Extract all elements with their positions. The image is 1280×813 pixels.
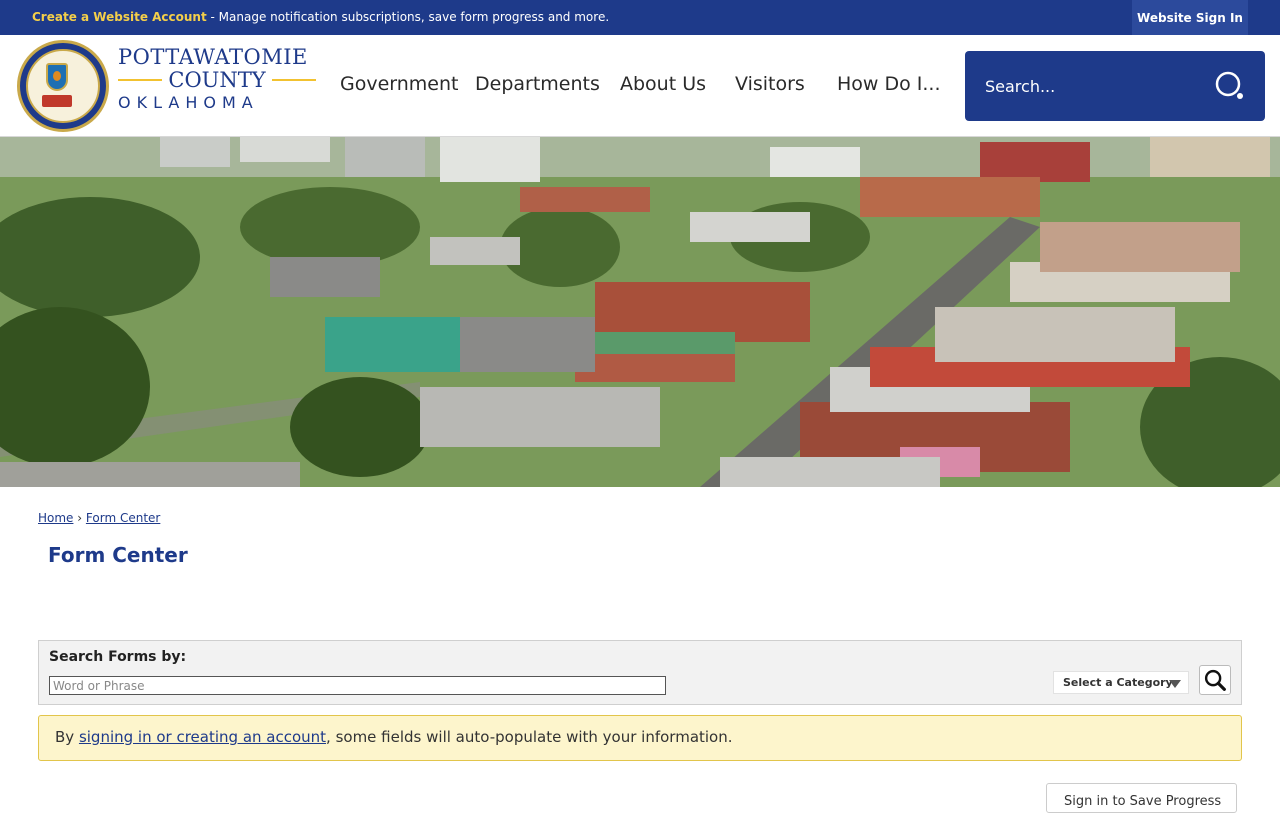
breadcrumb-separator: › xyxy=(77,511,83,525)
form-search-panel: Search Forms by: Select a Category xyxy=(38,640,1242,705)
form-search-button[interactable] xyxy=(1199,665,1231,695)
nav-visitors[interactable]: Visitors xyxy=(735,73,805,95)
brand-divider xyxy=(118,79,163,81)
seal-shield-icon xyxy=(46,63,68,91)
brand-line-2: COUNTY xyxy=(168,68,266,92)
create-account-link[interactable]: Create a Website Account xyxy=(32,10,207,24)
site-header: POTTAWATOMIE COUNTY OKLAHOMA Government … xyxy=(0,35,1280,137)
notice-prefix: By xyxy=(55,728,79,746)
site-search-input[interactable] xyxy=(985,71,1205,101)
website-sign-in-button[interactable]: Website Sign In xyxy=(1132,0,1248,35)
brand-divider xyxy=(271,79,317,81)
notification-bar: Create a Website Account - Manage notifi… xyxy=(0,0,1280,35)
form-search-input[interactable] xyxy=(49,676,666,695)
search-icon[interactable] xyxy=(1215,71,1245,101)
site-search xyxy=(965,51,1265,121)
notification-message: Create a Website Account - Manage notifi… xyxy=(32,10,609,24)
category-select-value: Select a Category xyxy=(1063,676,1173,689)
nav-government[interactable]: Government xyxy=(340,73,459,95)
sign-in-save-progress-button[interactable]: Sign in to Save Progress xyxy=(1046,783,1237,813)
nav-about-us[interactable]: About Us xyxy=(620,73,706,95)
nav-how-do-i[interactable]: How Do I... xyxy=(837,73,941,95)
nav-departments[interactable]: Departments xyxy=(475,73,600,95)
brand-line-2-row: COUNTY xyxy=(118,68,317,92)
sign-in-create-account-link[interactable]: signing in or creating an account xyxy=(79,728,326,746)
category-select[interactable]: Select a Category xyxy=(1053,671,1189,694)
hero-aerial-town-image xyxy=(0,137,1280,487)
brand-line-1: POTTAWATOMIE xyxy=(118,45,308,69)
breadcrumb-home-link[interactable]: Home xyxy=(38,511,73,525)
dropdown-arrow-icon xyxy=(1169,680,1181,688)
sign-in-notice: By signing in or creating an account, so… xyxy=(38,715,1242,761)
form-search-label: Search Forms by: xyxy=(49,649,187,665)
breadcrumb: Home › Form Center xyxy=(38,511,160,525)
notification-text: - Manage notification subscriptions, sav… xyxy=(206,10,610,24)
brand-line-3: OKLAHOMA xyxy=(118,93,259,112)
county-wordmark[interactable]: POTTAWATOMIE COUNTY OKLAHOMA xyxy=(118,45,317,112)
seal-banner xyxy=(42,95,72,107)
notice-suffix: , some fields will auto-populate with yo… xyxy=(326,728,733,746)
breadcrumb-form-center-link[interactable]: Form Center xyxy=(86,511,160,525)
page-title: Form Center xyxy=(48,543,188,567)
county-seal-logo[interactable] xyxy=(17,40,109,132)
